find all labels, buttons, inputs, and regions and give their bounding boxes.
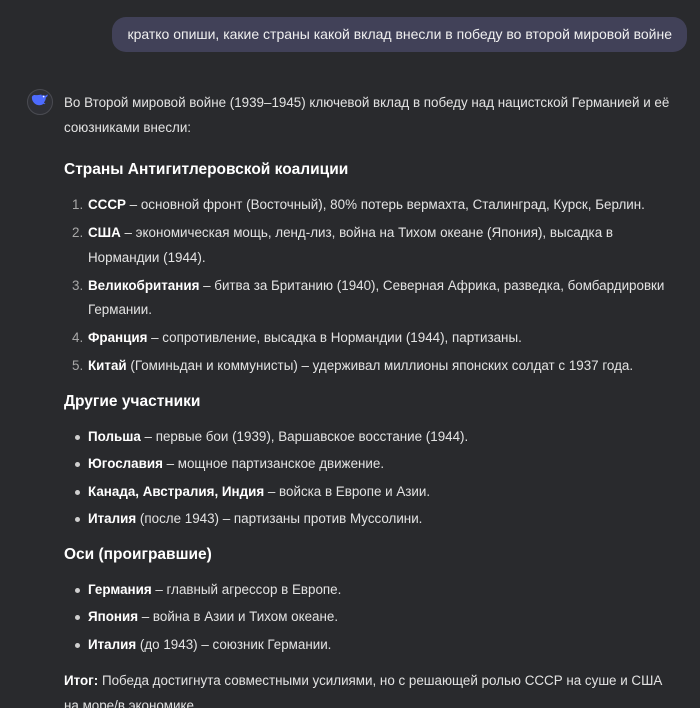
assistant-message: Во Второй мировой войне (1939–1945) ключ… bbox=[64, 91, 680, 708]
list-item: 1. СССР – основной фронт (Восточный), 80… bbox=[64, 193, 680, 218]
item-text: – войска в Европе и Азии. bbox=[264, 483, 431, 499]
bullet-icon bbox=[75, 642, 80, 648]
list-item: 5. Китай (Гоминьдан и коммунисты) – удер… bbox=[64, 354, 680, 379]
section-title-coalition: Страны Антигитлеровской коалиции bbox=[64, 161, 349, 178]
list-item: 4. Франция – сопротивление, высадка в Но… bbox=[64, 326, 680, 351]
coalition-list: 1. СССР – основной фронт (Восточный), 80… bbox=[64, 193, 680, 379]
user-message-text: кратко опиши, какие страны какой вклад в… bbox=[127, 26, 672, 42]
section-title-others: Другие участники bbox=[64, 392, 201, 410]
others-list: Польша – первые бои (1939), Варшавское в… bbox=[64, 425, 680, 532]
chat-window: кратко опиши, какие страны какой вклад в… bbox=[0, 0, 700, 708]
whale-logo-icon bbox=[31, 93, 49, 112]
list-number: 5. bbox=[72, 358, 84, 373]
country-name: Великобритания bbox=[88, 277, 200, 293]
list-number: 3. bbox=[72, 277, 84, 293]
axis-list: Германия – главный агрессор в Европе. Яп… bbox=[64, 578, 680, 658]
bullet-icon bbox=[75, 462, 80, 467]
list-item: 3. Великобритания – битва за Британию (1… bbox=[64, 274, 680, 323]
assistant-avatar bbox=[27, 89, 53, 115]
country-name: Франция bbox=[88, 330, 148, 345]
country-name: Италия bbox=[88, 511, 137, 526]
bullet-icon bbox=[75, 615, 80, 620]
item-text: (до 1943) – союзник Германии. bbox=[136, 636, 332, 652]
country-name: Германия bbox=[88, 581, 152, 597]
country-name: Польша bbox=[88, 428, 141, 444]
list-item: Япония – война в Азии и Тихом океане. bbox=[64, 605, 680, 630]
list-item: Югославия – мощное партизанское движение… bbox=[64, 452, 680, 477]
answer-intro: Во Второй мировой войне (1939–1945) ключ… bbox=[64, 95, 670, 135]
item-text: (Гоминьдан и коммунисты) – удерживал мил… bbox=[126, 358, 634, 373]
bullet-icon bbox=[75, 517, 80, 522]
country-name: Китай bbox=[88, 358, 127, 373]
country-name: Канада, Австралия, Индия bbox=[88, 483, 265, 499]
section-title-axis: Оси (проигравшие) bbox=[64, 545, 212, 563]
list-item: Италия (после 1943) – партизаны против М… bbox=[64, 507, 680, 532]
item-text: – мощное партизанское движение. bbox=[162, 456, 385, 471]
list-item: Италия (до 1943) – союзник Германии. bbox=[64, 633, 680, 658]
list-item: Польша – первые бои (1939), Варшавское в… bbox=[64, 425, 680, 450]
list-number: 2. bbox=[72, 225, 84, 240]
list-item: 2. США – экономическая мощь, ленд-лиз, в… bbox=[64, 221, 680, 270]
list-item: Канада, Австралия, Индия – войска в Евро… bbox=[64, 480, 680, 505]
country-name: Япония bbox=[88, 609, 139, 624]
list-number: 4. bbox=[72, 330, 84, 345]
item-text: – первые бои (1939), Варшавское восстани… bbox=[140, 428, 469, 444]
item-text: – война в Азии и Тихом океане. bbox=[138, 609, 339, 624]
bullet-icon bbox=[75, 587, 80, 593]
country-name: Югославия bbox=[88, 456, 163, 471]
bullet-icon bbox=[75, 489, 80, 495]
bullet-icon bbox=[75, 434, 80, 440]
summary-text: Победа достигнута совместными усилиями, … bbox=[64, 673, 663, 708]
answer-summary: Итог: Победа достигнута совместными усил… bbox=[64, 669, 680, 708]
item-text: – основной фронт (Восточный), 80% потерь… bbox=[125, 197, 645, 212]
list-item: Германия – главный агрессор в Европе. bbox=[64, 578, 680, 603]
user-message-bubble: кратко опиши, какие страны какой вклад в… bbox=[112, 17, 687, 52]
country-name: Италия bbox=[88, 636, 137, 652]
item-text: – сопротивление, высадка в Нормандии (19… bbox=[147, 330, 522, 345]
country-name: США bbox=[88, 225, 121, 240]
item-text: – главный агрессор в Европе. bbox=[151, 581, 342, 597]
item-text: (после 1943) – партизаны против Муссолин… bbox=[136, 511, 423, 526]
country-name: СССР bbox=[88, 197, 126, 212]
summary-label: Итог: bbox=[64, 673, 99, 688]
list-number: 1. bbox=[72, 197, 84, 212]
item-text: – экономическая мощь, ленд-лиз, война на… bbox=[88, 225, 613, 265]
